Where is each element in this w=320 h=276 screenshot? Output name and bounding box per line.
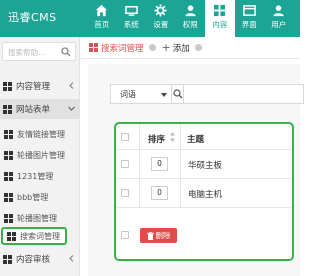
- row-checkbox[interactable]: [121, 160, 129, 168]
- row-title[interactable]: 电脑主机: [188, 188, 222, 200]
- header-title: 主题: [187, 135, 205, 145]
- user-icon: [273, 5, 284, 17]
- search-icon: [173, 89, 183, 99]
- nav-permission-label: 权限: [182, 20, 198, 29]
- sidebar-item-label: 轮播图管理: [17, 213, 57, 223]
- sidebar-group-label: 内容审核: [16, 255, 51, 265]
- search-icon[interactable]: [61, 47, 71, 57]
- sidebar-item-carousel[interactable]: 轮播图管理: [0, 209, 80, 227]
- content-icon: [214, 4, 226, 17]
- filter-toolbar: 词语: [110, 84, 304, 104]
- grid-icon: [7, 231, 16, 241]
- nav-home[interactable]: 首页: [87, 0, 117, 37]
- field-select[interactable]: 词语: [110, 84, 172, 104]
- trash-icon: [146, 231, 154, 240]
- sidebar-item-friend-links[interactable]: 友情链接管理: [0, 125, 80, 143]
- sidebar: 搜索帮助... 内容管理 网站表单 友情链接管理 轮播图片管理 1231管理 b…: [0, 37, 80, 276]
- tab-label: 搜索词管理: [101, 43, 144, 54]
- sidebar-item-carousel-images[interactable]: 轮播图片管理: [0, 146, 80, 164]
- grid-icon: [3, 104, 12, 114]
- sidebar-search-input[interactable]: 搜索帮助...: [2, 42, 76, 61]
- bulk-select-checkbox[interactable]: [121, 231, 129, 239]
- grid-icon: [4, 192, 13, 202]
- nav-settings[interactable]: 设置: [146, 0, 176, 37]
- delete-label: 删除: [155, 231, 171, 240]
- top-nav: 首页 系统 设置 权限 内容 界面 用户: [87, 0, 294, 37]
- tab-label: 添加: [172, 43, 190, 54]
- grid-icon: [4, 150, 13, 160]
- grid-icon: [4, 171, 13, 181]
- sidebar-group-site-forms[interactable]: 网站表单: [0, 99, 80, 119]
- nav-interface-label: 界面: [241, 20, 257, 29]
- row-checkbox[interactable]: [121, 189, 129, 197]
- sidebar-group-label: 网站表单: [16, 105, 51, 115]
- chevron-left-icon: [69, 82, 74, 89]
- field-select-value: 词语: [120, 89, 136, 99]
- sidebar-group-content-manage[interactable]: 内容管理: [0, 76, 80, 96]
- search-field-button[interactable]: [172, 84, 184, 104]
- nav-system-label: 系统: [123, 20, 139, 29]
- nav-user[interactable]: 用户: [264, 0, 294, 37]
- sidebar-item-bbb[interactable]: bbb管理: [0, 188, 80, 206]
- separator-dot: [148, 44, 156, 51]
- table-row: 0 电脑主机: [116, 179, 292, 208]
- table-row: 0 华硕主板: [116, 150, 292, 179]
- sidebar-item-1231[interactable]: 1231管理: [0, 167, 80, 185]
- sort-order-input[interactable]: 0: [151, 157, 168, 171]
- grid-icon: [89, 43, 98, 52]
- nav-content[interactable]: 内容: [205, 0, 235, 37]
- grid-icon: [3, 254, 12, 264]
- sidebar-item-search-terms[interactable]: 搜索词管理: [1, 227, 67, 245]
- sidebar-item-label: 友情链接管理: [17, 129, 65, 139]
- plus-icon: +: [161, 41, 171, 54]
- top-bar: 迅睿CMS 首页 系统 设置 权限 内容 界面 用户: [0, 0, 300, 37]
- header-sort[interactable]: 排序: [148, 133, 165, 145]
- select-all-checkbox[interactable]: [121, 133, 129, 141]
- sidebar-group-content-review[interactable]: 内容审核: [0, 249, 80, 269]
- row-title[interactable]: 华硕主板: [188, 159, 222, 171]
- home-icon: [96, 4, 108, 17]
- nav-settings-label: 设置: [153, 20, 169, 29]
- sort-order-input[interactable]: 0: [151, 186, 168, 200]
- sidebar-item-label: 轮播图片管理: [17, 150, 65, 160]
- sidebar-search-placeholder: 搜索帮助...: [8, 48, 46, 57]
- sort-icon[interactable]: [170, 132, 175, 142]
- system-icon: [124, 6, 138, 16]
- nav-permission[interactable]: 权限: [176, 0, 206, 37]
- tab-search-terms[interactable]: 搜索词管理: [89, 42, 144, 54]
- sidebar-item-label: 搜索词管理: [20, 231, 60, 241]
- tab-bar: 搜索词管理 + 添加: [81, 37, 300, 59]
- grid-icon: [4, 129, 13, 139]
- data-table: 排序 主题 0 华硕主板 0 电脑主机 删除: [114, 122, 294, 261]
- nav-interface[interactable]: 界面: [235, 0, 265, 37]
- table-header: 排序 主题: [116, 124, 292, 150]
- nav-user-label: 用户: [271, 20, 287, 29]
- chevron-left-icon: [69, 255, 74, 262]
- main-panel: 搜索词管理 + 添加 词语 排序 主题 0 华硕主板 0 电脑主机 删除: [81, 37, 304, 276]
- grid-icon: [3, 81, 12, 91]
- settings-icon: [154, 4, 167, 17]
- chevron-down-icon: [68, 106, 75, 111]
- separator-dot: [194, 44, 202, 51]
- sidebar-item-label: 1231管理: [17, 171, 54, 181]
- interface-icon: [242, 5, 256, 16]
- sidebar-item-label: bbb管理: [17, 192, 49, 202]
- keyword-input[interactable]: [184, 84, 304, 104]
- caret-down-icon: [161, 93, 167, 97]
- nav-home-label: 首页: [94, 20, 110, 29]
- tab-add[interactable]: + 添加: [162, 42, 190, 54]
- grid-icon: [4, 213, 13, 223]
- app-logo[interactable]: 迅睿CMS: [8, 9, 57, 25]
- sidebar-group-label: 内容管理: [16, 82, 51, 92]
- permission-icon: [185, 5, 196, 17]
- delete-button[interactable]: 删除: [140, 228, 177, 243]
- nav-system[interactable]: 系统: [117, 0, 147, 37]
- nav-content-label: 内容: [212, 20, 228, 29]
